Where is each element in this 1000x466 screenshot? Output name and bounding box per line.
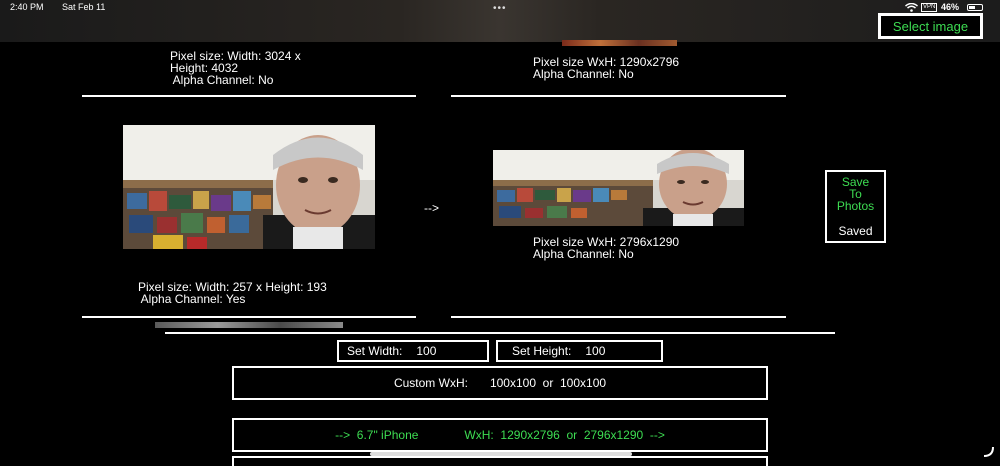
- select-image-button[interactable]: Select image: [878, 13, 983, 39]
- divider: [451, 316, 786, 318]
- preset-device-label: --> 6.7" iPhone: [335, 428, 419, 442]
- vpn-icon: VPN: [921, 3, 938, 12]
- multitask-dots-icon[interactable]: •••: [493, 3, 507, 14]
- top-result-image-fragment: [562, 40, 677, 46]
- result-photo: [493, 150, 744, 226]
- status-time: 2:40 PM: [10, 2, 44, 12]
- preset-size-label: WxH: 1290x2796 or 2796x1290 -->: [464, 428, 665, 442]
- set-width-field[interactable]: Set Width: 100: [337, 340, 489, 362]
- wifi-icon: [905, 3, 918, 12]
- set-height-value: 100: [585, 344, 606, 358]
- set-width-label: Set Width:: [347, 344, 403, 358]
- result-alpha: Alpha Channel: No: [533, 247, 634, 261]
- save-to-photos-button[interactable]: Save To Photos Saved: [825, 170, 886, 243]
- next-preset-button[interactable]: [232, 456, 768, 466]
- top-right-alpha: Alpha Channel: No: [533, 67, 634, 81]
- divider: [451, 95, 786, 97]
- save-label: Photos: [836, 199, 875, 213]
- set-height-field[interactable]: Set Height: 100: [496, 340, 663, 362]
- source-alpha: Alpha Channel: Yes: [138, 292, 246, 306]
- battery-icon: [967, 4, 983, 11]
- set-width-value: 100: [416, 344, 437, 358]
- custom-size-value: 100x100 or 100x100: [489, 376, 607, 390]
- resize-corner-icon[interactable]: [983, 446, 995, 458]
- battery-percent: 46%: [941, 2, 960, 12]
- divider: [165, 332, 835, 334]
- top-left-alpha: Alpha Channel: No: [170, 73, 274, 87]
- status-date: Sat Feb 11: [62, 2, 106, 12]
- divider: [82, 95, 416, 97]
- custom-size-label: Custom WxH:: [393, 376, 468, 390]
- saved-status: Saved: [838, 224, 873, 238]
- custom-size-button[interactable]: Custom WxH: 100x100 or 100x100: [232, 366, 768, 400]
- set-height-label: Set Height:: [512, 344, 572, 358]
- source-photo: [123, 125, 375, 249]
- divider: [82, 316, 416, 318]
- conversion-arrow: -->: [424, 201, 439, 215]
- home-indicator: [370, 452, 632, 456]
- image-fragment: [155, 322, 343, 328]
- preset-iphone-67-button[interactable]: --> 6.7" iPhone WxH: 1290x2796 or 2796x1…: [232, 418, 768, 452]
